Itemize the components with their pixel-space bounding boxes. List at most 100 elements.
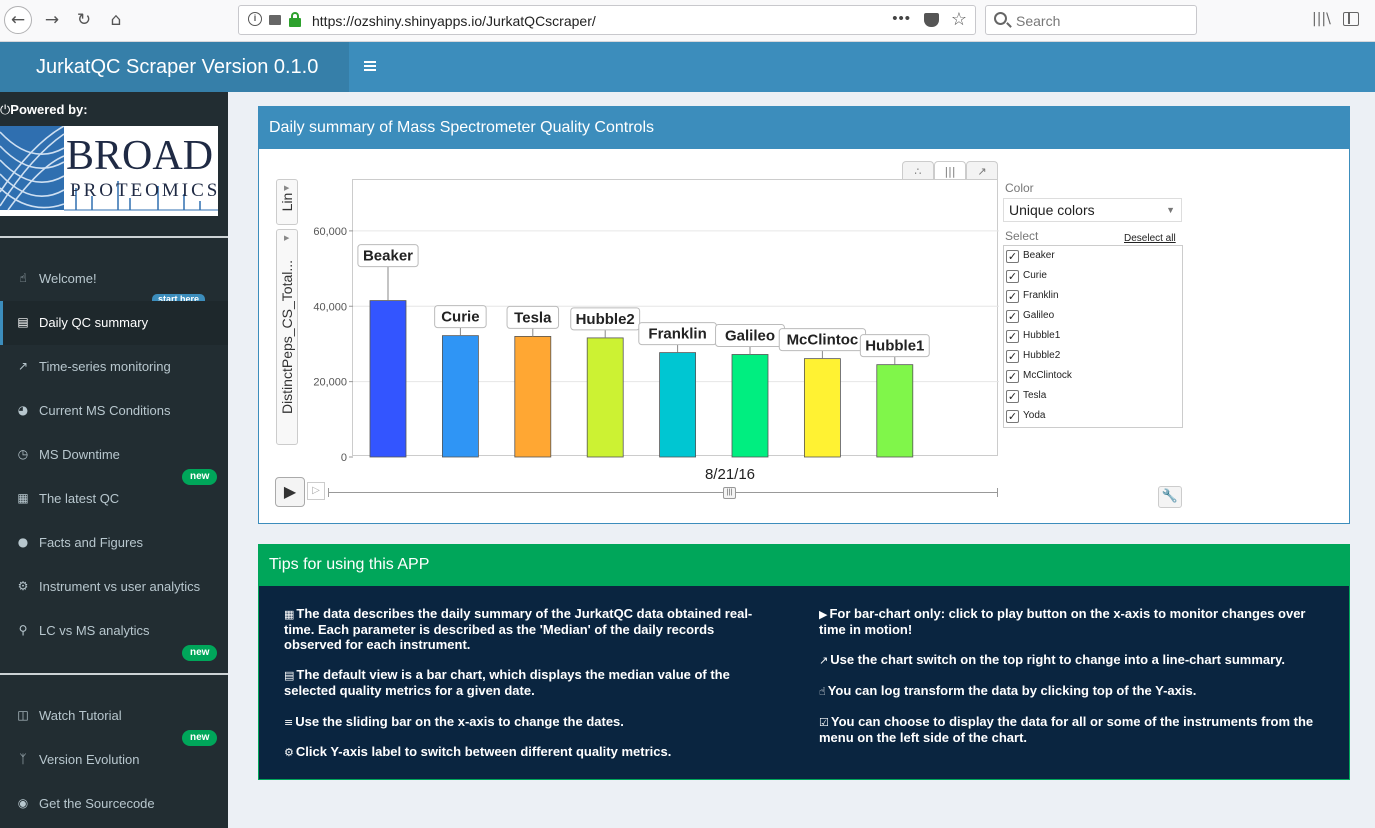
bar-chart-tab-icon[interactable]: ||| — [934, 161, 966, 181]
data-label: Hubble1 — [865, 338, 924, 355]
sidebar-item-label: MS Downtime — [39, 447, 120, 462]
reload-icon[interactable]: ↻ — [70, 6, 98, 34]
sidebar-divider — [0, 673, 228, 675]
plot-area: 0 20,000 40,000 60,000 Beaker Curie Tesla Hubbl… — [313, 179, 999, 464]
bar — [876, 364, 914, 458]
permissions-icon[interactable] — [269, 15, 281, 25]
bubble-chart-tab-icon[interactable]: ∴ — [902, 161, 934, 181]
data-label: McClintoc — [787, 332, 859, 349]
browser-toolbar: ← → ↻ ⌂ i https://ozshiny.shinyapps.io/J… — [0, 0, 1375, 42]
lin-log-toggle[interactable]: Lin ▶ — [276, 179, 298, 225]
sidebar-item-current-ms-conditions[interactable]: ◕ Current MS Conditions — [0, 389, 228, 433]
sidebar-item-facts-figures[interactable]: ● Facts and Figures — [0, 521, 228, 565]
bar — [659, 352, 697, 458]
sidebar-item-label: Time-series monitoring — [39, 359, 171, 374]
instrument-name: Curie — [1023, 270, 1047, 281]
instrument-name: McClintock — [1023, 370, 1072, 381]
checkbox-checked-icon[interactable]: ✓ — [1006, 410, 1019, 423]
speed-control-icon[interactable]: ▷ — [307, 482, 325, 500]
url-bar[interactable]: i https://ozshiny.shinyapps.io/JurkatQCs… — [238, 5, 976, 35]
sidebar-item-get-sourcecode[interactable]: ◉ Get the Sourcecode — [0, 782, 228, 826]
new-badge: new — [182, 645, 218, 661]
sidebar-item-label: Instrument vs user analytics — [39, 579, 201, 594]
y-tick-label: 40,000 — [313, 301, 347, 313]
sidebar-item-label: Welcome! — [39, 271, 97, 286]
sidebar-item-label: Facts and Figures — [39, 535, 144, 550]
play-icon: ▶ — [819, 608, 828, 621]
sidebar-item-latest-qc[interactable]: ▦ The latest QC — [0, 477, 228, 521]
date-slider-thumb[interactable]: ||| — [723, 487, 736, 499]
thumbs-up-icon: ☝ — [19, 271, 27, 285]
instrument-name: Yoda — [1023, 410, 1046, 421]
date-slider-track[interactable] — [328, 492, 998, 493]
film-icon: ◫ — [17, 708, 29, 722]
chart-type-tabs: ∴ ||| ↗ — [902, 161, 998, 181]
branch-icon: ᛉ — [19, 752, 27, 766]
browser-search-input[interactable]: Search — [985, 5, 1197, 35]
browser-sidebar-icon[interactable] — [1343, 12, 1359, 26]
sidebar-item-instrument-user[interactable]: ⚙ Instrument vs user analytics — [0, 565, 228, 609]
search-icon — [994, 12, 1007, 25]
data-label: Hubble2 — [576, 311, 635, 328]
checkbox-checked-icon[interactable]: ✓ — [1006, 350, 1019, 363]
y-tick-label: 0 — [341, 452, 347, 464]
sidebar-item-label: The latest QC — [39, 491, 120, 506]
url-text[interactable]: https://ozshiny.shinyapps.io/JurkatQCscr… — [312, 13, 596, 29]
bar-chart-icon: ▤ — [284, 669, 295, 682]
dashboard-icon: ◕ — [17, 403, 29, 417]
checkbox-checked-icon[interactable]: ✓ — [1006, 250, 1019, 263]
github-icon: ◉ — [17, 796, 29, 810]
flask-icon: ⚲ — [18, 623, 28, 637]
wrench-settings-icon[interactable]: 🔧 — [1158, 486, 1182, 508]
bookmark-star-icon[interactable]: ☆ — [951, 9, 967, 30]
lin-label: Lin — [279, 192, 295, 212]
y-tick-label: 60,000 — [313, 226, 347, 238]
select-label: Select — [1005, 229, 1039, 243]
sidebar-item-version-evolution[interactable]: ᛉ Version Evolution — [0, 738, 228, 782]
color-select[interactable]: Unique colors ▼ — [1003, 198, 1182, 222]
checkbox-checked-icon[interactable]: ✓ — [1006, 390, 1019, 403]
instrument-name: Franklin — [1023, 290, 1059, 301]
tip-item: ⚙ Click Y-axis label to switch between di… — [284, 744, 672, 759]
search-placeholder: Search — [1016, 13, 1061, 29]
menu-toggle-icon[interactable] — [364, 61, 376, 71]
check-square-icon: ☑ — [819, 716, 829, 729]
play-button[interactable]: ▶ — [275, 477, 305, 507]
library-icon[interactable]: |||\ — [1312, 11, 1331, 27]
logo-proteomics-text: PROTEOMICS — [70, 180, 218, 201]
line-chart-tab-icon[interactable]: ↗ — [966, 161, 998, 181]
y-axis-label: DistinctPeps_CS_Total... — [279, 259, 295, 415]
bar-chart-icon: ▤ — [17, 315, 29, 329]
page-actions-icon[interactable]: ••• — [892, 10, 911, 27]
checkbox-checked-icon[interactable]: ✓ — [1006, 330, 1019, 343]
checkbox-checked-icon[interactable]: ✓ — [1006, 270, 1019, 283]
sidebar-item-time-series[interactable]: ↗ Time-series monitoring — [0, 345, 228, 389]
sliders-icon: ≡ — [284, 716, 294, 729]
clock-icon: ◷ — [17, 447, 29, 461]
info-icon[interactable]: i — [248, 12, 262, 26]
cogs-icon: ⚙ — [284, 746, 294, 759]
tip-item: ☑ You can choose to display the data for … — [819, 714, 1314, 745]
users-icon: ● — [17, 535, 29, 549]
checkbox-checked-icon[interactable]: ✓ — [1006, 290, 1019, 303]
sidebar-item-label: Daily QC summary — [39, 315, 149, 330]
y-metric-selector[interactable]: DistinctPeps_CS_Total... ▶ — [276, 229, 298, 445]
sidebar: ⏻Powered by: BROAD PROTEOMICS ☝ Welcome!… — [0, 92, 228, 828]
pocket-icon[interactable] — [924, 13, 939, 27]
power-icon: ⏻ — [0, 103, 11, 118]
tip-item: ☝ You can log transform the data by click… — [819, 683, 1197, 698]
table-icon: ▦ — [17, 491, 29, 505]
tip-item: ▤ The default view is a bar chart, which … — [284, 667, 730, 698]
powered-by-label: ⏻Powered by: — [0, 102, 88, 118]
daily-summary-title: Daily summary of Mass Spectrometer Quali… — [259, 107, 1349, 149]
dropdown-arrow-icon: ▼ — [1166, 205, 1175, 215]
home-icon[interactable]: ⌂ — [102, 6, 130, 34]
checkbox-checked-icon[interactable]: ✓ — [1006, 310, 1019, 323]
back-icon[interactable]: ← — [4, 6, 32, 34]
sidebar-item-label: Current MS Conditions — [39, 403, 171, 418]
forward-icon[interactable]: → — [38, 6, 66, 34]
sidebar-item-daily-qc-summary[interactable]: ▤ Daily QC summary — [0, 301, 228, 345]
color-label: Color — [1005, 181, 1034, 195]
checkbox-checked-icon[interactable]: ✓ — [1006, 370, 1019, 383]
deselect-all-link[interactable]: Deselect all — [1124, 233, 1176, 244]
